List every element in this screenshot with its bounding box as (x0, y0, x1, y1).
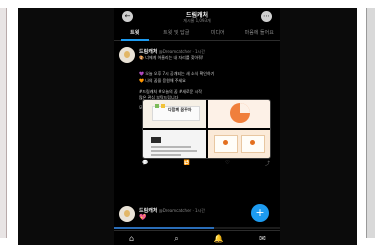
image-decoration (155, 104, 159, 108)
tab-media[interactable]: 미디어 (197, 27, 239, 40)
post-count: 게시물 1,093개 (183, 18, 211, 23)
share-icon[interactable]: ⤴ (265, 160, 270, 167)
messages-icon[interactable]: ✉ (257, 233, 268, 244)
home-icon[interactable]: ⌂ (126, 233, 137, 244)
profile-tabs: 트윗 트윗 및 답글 미디어 마음에 들어요 (114, 27, 280, 41)
tweet-image[interactable]: 다함께 꿈꾸자 (143, 100, 206, 128)
tab-tweets[interactable]: 트윗 (114, 27, 156, 41)
author-handle: @Dreamcatcher · 1시간 (158, 49, 205, 54)
screen-frame: ← 드림캐처 게시물 1,093개 ⋯ 트윗 트윗 및 답글 미디어 마음에 들… (18, 8, 357, 245)
tweet-image[interactable] (207, 100, 270, 128)
notifications-icon[interactable]: 🔔 (213, 233, 224, 244)
image-decoration (222, 140, 228, 145)
right-window-edge (366, 8, 375, 238)
tweet-header: 드림캐처 @Dreamcatcher · 1시간 (139, 207, 205, 214)
tweet-image[interactable] (207, 130, 270, 158)
tweet-text-line: 💜 오늘 오후 7시 공개되는 새 소식 확인하기 (139, 71, 215, 76)
image-decoration (151, 137, 161, 143)
image-text-bar (151, 150, 197, 152)
left-window-edge (0, 8, 7, 238)
tweet-image-grid[interactable]: 다함께 꿈꾸자 (142, 99, 271, 159)
tab-likes[interactable]: 마음에 들어요 (239, 27, 281, 40)
image-decoration (249, 140, 255, 145)
reply-icon[interactable]: 💬 (142, 160, 148, 167)
compose-tweet-button[interactable]: + (251, 204, 269, 222)
bottom-navigation: ⌂ ⌕ 🔔 ✉ (114, 230, 280, 245)
tab-tweets-replies[interactable]: 트윗 및 답글 (156, 27, 198, 40)
retweet-icon[interactable]: 🔁 (184, 160, 190, 167)
profile-header: ← 드림캐처 게시물 1,093개 ⋯ (114, 8, 280, 27)
image-text-bar (151, 154, 181, 156)
progress-fill (114, 227, 214, 229)
heart-emoji: 💖 (139, 214, 147, 221)
avatar[interactable] (119, 47, 135, 63)
image-decoration (161, 104, 165, 108)
image-caption: 다함께 꿈꾸자 (168, 107, 192, 112)
like-icon[interactable]: ♡ (225, 160, 229, 167)
tweet-actions: 💬 🔁 ♡ ⤴ (142, 160, 270, 167)
more-menu-icon[interactable]: ⋯ (261, 11, 272, 22)
search-icon[interactable]: ⌕ (171, 233, 182, 244)
tweet-text-line: 🧡 나의 꿈을 응원해 주세요 (139, 78, 186, 83)
tweet-header: 드림캐처 @Dreamcatcher · 1시간 (139, 48, 205, 55)
image-text-bar (151, 146, 191, 148)
progress-bar (114, 227, 280, 229)
pie-graphic (229, 103, 250, 123)
phone-screen: ← 드림캐처 게시물 1,093개 ⋯ 트윗 트윗 및 답글 미디어 마음에 들… (114, 8, 280, 245)
tweet-text-line: 🎨 너에게 어울리는 내 자리를 찾아줘! (139, 55, 204, 60)
author-handle: @Dreamcatcher · 1시간 (158, 208, 205, 213)
avatar[interactable] (119, 206, 135, 222)
tweet-image[interactable] (143, 130, 206, 158)
